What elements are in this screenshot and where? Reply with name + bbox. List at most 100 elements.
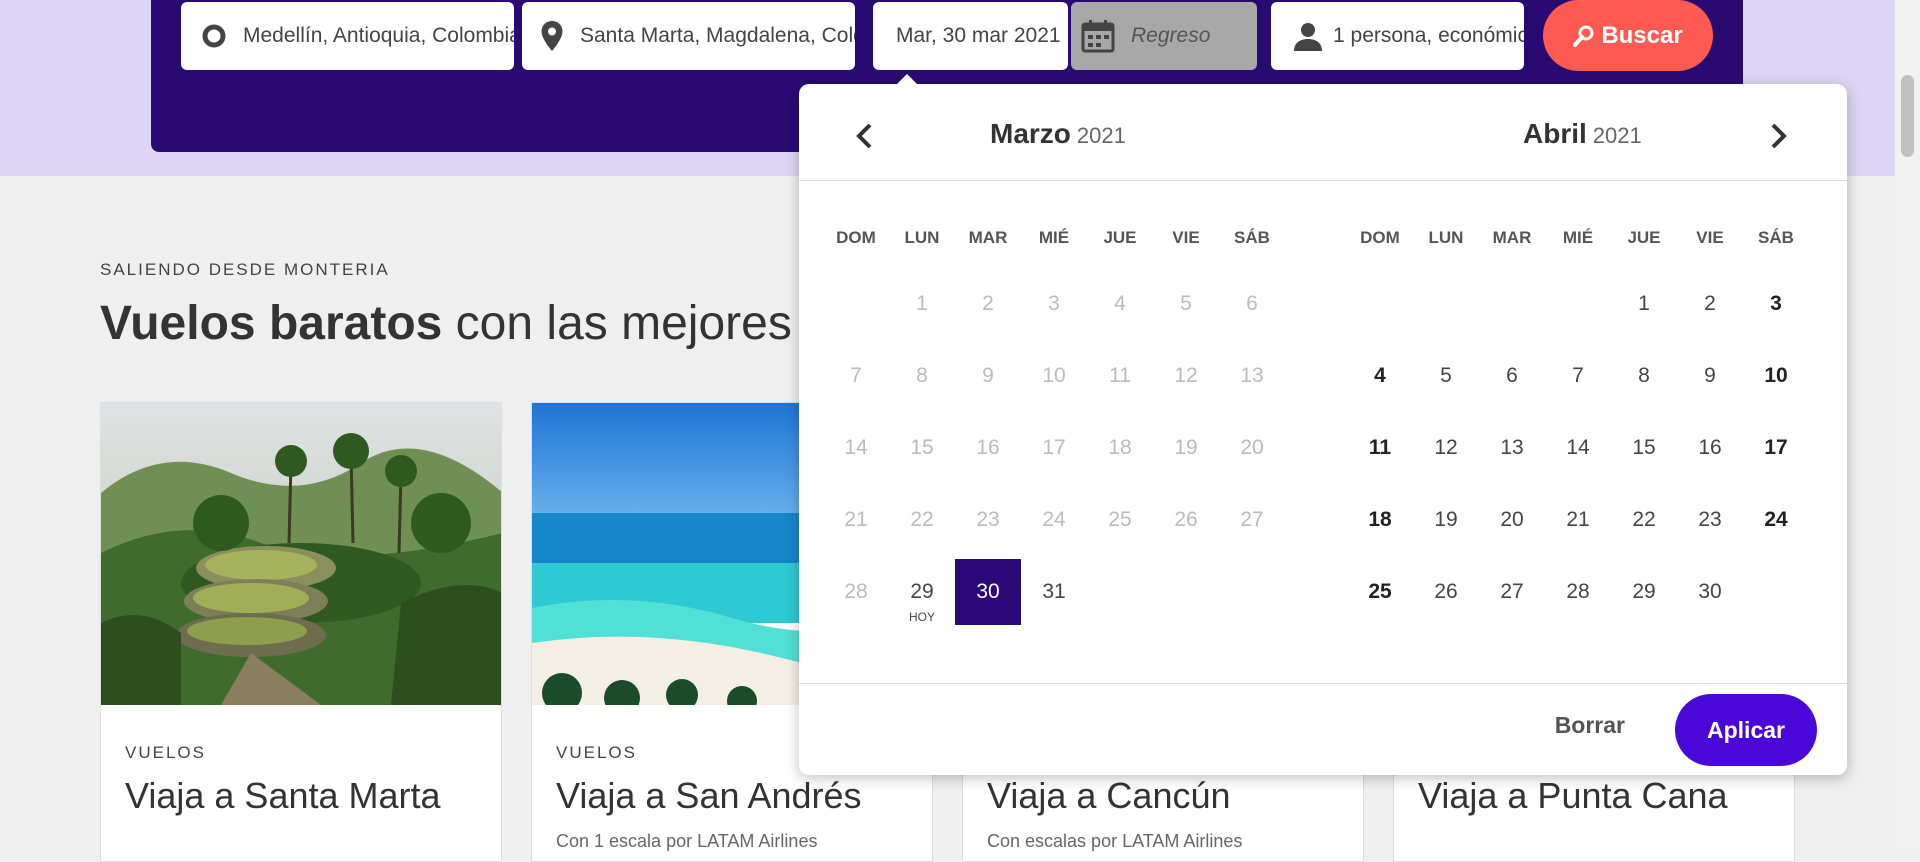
- day-cell: 26: [1174, 508, 1198, 531]
- month-name: Marzo: [990, 118, 1071, 149]
- day-cell: 9: [982, 364, 994, 387]
- day-cell[interactable]: 15: [1611, 412, 1677, 484]
- scrollbar-thumb[interactable]: [1901, 75, 1914, 157]
- apply-button[interactable]: Aplicar: [1675, 694, 1817, 766]
- day-cell: 18: [1108, 436, 1132, 459]
- departure-date-field[interactable]: Mar, 30 mar 2021: [873, 2, 1068, 70]
- chevron-left-icon[interactable]: [849, 118, 879, 154]
- calendar-icon: [1081, 19, 1115, 53]
- day-cell[interactable]: 6: [1479, 340, 1545, 412]
- empty-day-cell: [1347, 268, 1413, 340]
- page-scrollbar[interactable]: [1895, 0, 1920, 849]
- day-cell[interactable]: 16: [1677, 412, 1743, 484]
- day-cell: 21: [844, 508, 868, 531]
- day-cell: 14: [844, 436, 868, 459]
- circle-outline-icon: [201, 23, 227, 49]
- day-cell[interactable]: 13: [1479, 412, 1545, 484]
- month-name: Abril: [1523, 118, 1587, 149]
- weekday-label: JUE: [1103, 228, 1137, 247]
- day-cell[interactable]: 29 HOY: [889, 556, 955, 628]
- datepicker-caret: [896, 74, 918, 85]
- person-icon: [1293, 21, 1323, 51]
- empty-day-cell: [823, 268, 889, 340]
- section-title-rest: con las mejores: [455, 297, 792, 350]
- day-cell[interactable]: 18: [1347, 484, 1413, 556]
- card-title: Viaja a Cancún: [987, 775, 1231, 816]
- day-grid: 1 2 3 4 5 6 7 8 9 10 11 12 13 14 15 16 17 18 19 20 21 22 23 24 2…: [1347, 268, 1809, 628]
- day-cell[interactable]: 31: [1021, 556, 1087, 628]
- destination-field[interactable]: Santa Marta, Magdalena, Colombia: [522, 2, 855, 70]
- weekday-label: JUE: [1627, 228, 1661, 247]
- passengers-field[interactable]: 1 persona, económica: [1271, 2, 1524, 70]
- day-cell[interactable]: 4: [1347, 340, 1413, 412]
- weekday-label: VIE: [1172, 228, 1200, 247]
- today-label: HOY: [908, 610, 935, 624]
- chevron-right-icon[interactable]: [1764, 118, 1794, 154]
- day-cell: 6: [1246, 292, 1258, 315]
- weekday-label: MIÉ: [1038, 228, 1070, 247]
- day-cell[interactable]: 17: [1743, 412, 1809, 484]
- empty-day-cell: [1413, 268, 1479, 340]
- day-cell[interactable]: 21: [1545, 484, 1611, 556]
- location-pin-icon: [540, 20, 564, 52]
- card-kicker: VUELOS: [556, 743, 637, 762]
- day-cell[interactable]: 25: [1347, 556, 1413, 628]
- month-year: 2021: [1592, 123, 1642, 148]
- day-cell[interactable]: 1: [1611, 268, 1677, 340]
- day-cell[interactable]: 29: [1611, 556, 1677, 628]
- day-cell[interactable]: 5: [1413, 340, 1479, 412]
- search-button-label: Buscar: [1601, 21, 1683, 49]
- day-cell: 20: [1240, 436, 1264, 459]
- day-cell: 2: [982, 292, 994, 315]
- section-kicker: SALIENDO DESDE MONTERIA: [100, 260, 390, 279]
- day-cell: 13: [1240, 364, 1264, 387]
- day-cell: 17: [1042, 436, 1066, 459]
- day-cell: 4: [1114, 292, 1126, 315]
- month-grid-right: DOM LUN MAR MIÉ JUE VIE SÁB 1 2 3 4 5 6 7 8 9 10 1…: [1347, 180, 1809, 628]
- day-cell[interactable]: 23: [1677, 484, 1743, 556]
- day-cell[interactable]: 30: [1677, 556, 1743, 628]
- day-cell[interactable]: 11: [1347, 412, 1413, 484]
- month-year: 2021: [1076, 123, 1126, 148]
- origin-field[interactable]: Medellín, Antioquia, Colombia: [181, 2, 514, 70]
- month-grid-left: DOM LUN MAR MIÉ JUE VIE SÁB 1 2 3 4 5 6 7 8 9 10 1…: [823, 180, 1285, 628]
- weekday-row: DOM LUN MAR MIÉ JUE VIE SÁB: [1347, 180, 1809, 248]
- clear-button[interactable]: Borrar: [1555, 712, 1625, 739]
- month-title-right: Abril 2021: [1523, 118, 1642, 150]
- day-grid: 1 2 3 4 5 6 7 8 9 10 11 12 13 14 15 16 17 18 19 20 21 22 23 24 2…: [823, 268, 1285, 628]
- day-cell[interactable]: 7: [1545, 340, 1611, 412]
- day-cell[interactable]: 26: [1413, 556, 1479, 628]
- day-cell[interactable]: 2: [1677, 268, 1743, 340]
- day-cell: 25: [1108, 508, 1132, 531]
- day-cell[interactable]: 24: [1743, 484, 1809, 556]
- day-cell: 27: [1240, 508, 1264, 531]
- return-date-field[interactable]: Regreso: [1071, 2, 1257, 70]
- day-cell: 3: [1048, 292, 1060, 315]
- day-cell[interactable]: 3: [1743, 268, 1809, 340]
- day-cell[interactable]: 27: [1479, 556, 1545, 628]
- day-cell[interactable]: 14: [1545, 412, 1611, 484]
- day-cell[interactable]: 19: [1413, 484, 1479, 556]
- empty-day-cell: [1479, 268, 1545, 340]
- day-cell: 19: [1174, 436, 1198, 459]
- day-cell: 16: [976, 436, 1000, 459]
- day-cell[interactable]: 9: [1677, 340, 1743, 412]
- card-image-ciudad-perdida: [101, 403, 501, 705]
- destination-card-santa-marta[interactable]: VUELOS Viaja a Santa Marta: [100, 402, 502, 862]
- day-cell: 1: [916, 292, 928, 315]
- day-cell: 12: [1174, 364, 1198, 387]
- day-cell[interactable]: 10: [1743, 340, 1809, 412]
- day-cell[interactable]: 12: [1413, 412, 1479, 484]
- day-cell: 8: [916, 364, 928, 387]
- destination-value: Santa Marta, Magdalena, Colombia: [580, 24, 855, 47]
- day-cell[interactable]: 20: [1479, 484, 1545, 556]
- day-cell[interactable]: 28: [1545, 556, 1611, 628]
- origin-value: Medellín, Antioquia, Colombia: [243, 24, 514, 47]
- day-cell[interactable]: 30: [955, 559, 1021, 625]
- weekday-label: MAR: [1492, 228, 1532, 247]
- section-title: Vuelos baratos con las mejores: [100, 296, 792, 351]
- day-cell[interactable]: 8: [1611, 340, 1677, 412]
- search-button[interactable]: Buscar: [1543, 0, 1713, 71]
- day-cell[interactable]: 22: [1611, 484, 1677, 556]
- section-title-bold: Vuelos baratos: [100, 297, 443, 350]
